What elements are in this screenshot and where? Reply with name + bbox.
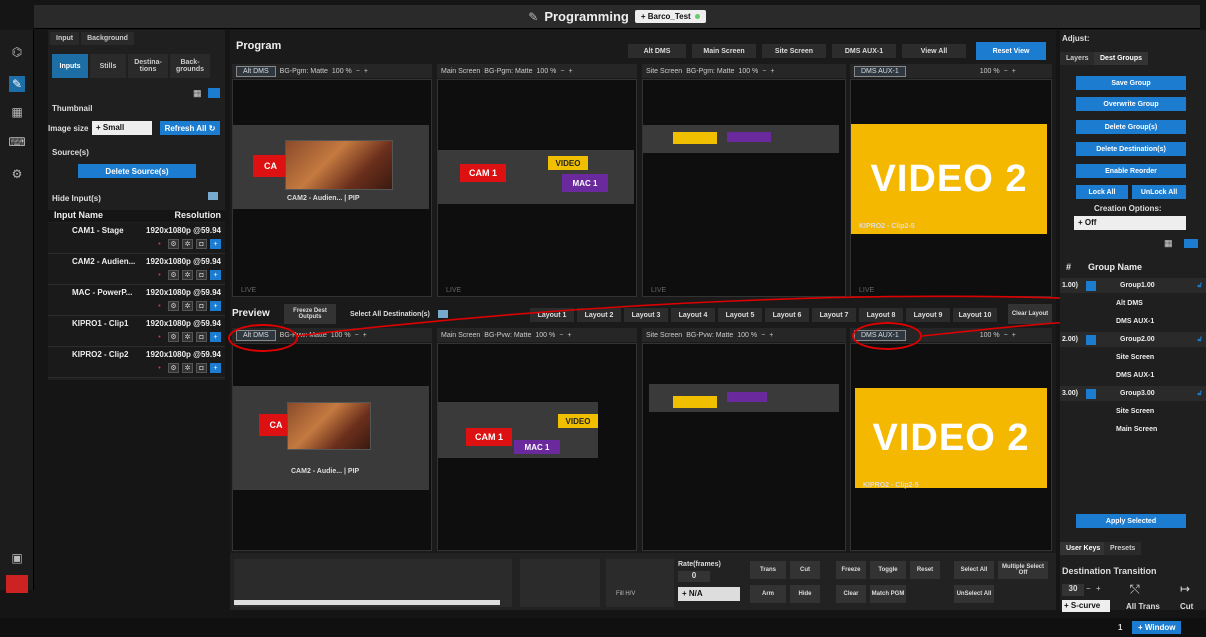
dt-minus-icon[interactable]: − (1086, 584, 1091, 593)
cut-button[interactable]: Cut (790, 561, 820, 579)
all-trans-icon[interactable]: ⤲ (1130, 582, 1140, 597)
tab-presets[interactable]: Presets (1104, 542, 1142, 555)
group-member-name: DMS AUX-1 (1116, 372, 1155, 379)
group-select-icon[interactable] (1086, 388, 1096, 399)
match-pgm-button[interactable]: Match PGM (870, 585, 906, 603)
dt-plus-icon[interactable]: + (1096, 584, 1101, 593)
lock-icon[interactable]: 🔓︎ (1197, 390, 1202, 398)
delete-destinations-button[interactable]: Delete Destination(s) (1076, 142, 1186, 156)
adjust-label: Adjust: (1062, 34, 1090, 43)
reset-button[interactable]: Reset (910, 561, 940, 579)
col-num: # (1066, 262, 1072, 272)
delete-groups-button[interactable]: Delete Group(s) (1076, 120, 1186, 134)
group-member-name: Alt DMS (1116, 300, 1143, 307)
group-select-icon[interactable] (1086, 334, 1096, 345)
annotation-arrows (295, 295, 1116, 337)
lock-icon[interactable]: 🔓︎ (1197, 336, 1202, 344)
group-member[interactable]: Alt DMS (1060, 296, 1206, 311)
overwrite-group-button[interactable]: Overwrite Group (1076, 97, 1186, 111)
status-bar: 1 + Window (0, 618, 1206, 637)
clear-button[interactable]: Clear (836, 585, 866, 603)
tab-layers[interactable]: Layers (1060, 52, 1095, 65)
cut-icon[interactable]: ↦ (1180, 582, 1190, 596)
group-row[interactable]: 1.00) Group1.00 🔓︎ (1060, 278, 1206, 293)
tab-dest-groups[interactable]: Dest Groups (1094, 52, 1149, 65)
group-member[interactable]: Main Screen (1060, 422, 1206, 437)
group-member-name: Site Screen (1116, 354, 1155, 361)
lock-icon[interactable]: 🔓︎ (1197, 282, 1202, 290)
group-number: 2.00) (1062, 336, 1078, 343)
order-tools (520, 559, 600, 607)
col-group-name: Group Name (1088, 262, 1143, 272)
group-number: 3.00) (1062, 390, 1078, 397)
unlock-all-button[interactable]: UnLock All (1132, 185, 1186, 199)
hide-button[interactable]: Hide (790, 585, 820, 603)
arm-button[interactable]: Arm (750, 585, 786, 603)
group-member[interactable]: Site Screen (1060, 404, 1206, 419)
trans-button[interactable]: Trans (750, 561, 786, 579)
na-select[interactable]: + N/A (678, 587, 740, 601)
right-panel: Adjust: Layers Dest Groups Save Group Ov… (1060, 30, 1206, 612)
group-member-name: Site Screen (1116, 408, 1155, 415)
grid-view-icon[interactable]: ▦ (1164, 238, 1173, 249)
lock-all-button[interactable]: Lock All (1076, 185, 1128, 199)
freeze-button[interactable]: Freeze (836, 561, 866, 579)
tab-user-keys[interactable]: User Keys (1060, 542, 1107, 555)
group-member[interactable]: DMS AUX-1 (1060, 314, 1206, 329)
group-list: 1.00) Group1.00 🔓︎ Alt DMS DMS AUX-1 2.00) Gro… (1060, 278, 1206, 458)
group-row[interactable]: 3.00) Group3.00 🔓︎ (1060, 386, 1206, 401)
rate-frames-input[interactable]: 0 (678, 571, 710, 582)
creation-options-label: Creation Options: (1094, 204, 1162, 213)
group-member-name: Main Screen (1116, 426, 1158, 433)
toggle-button[interactable]: Toggle (870, 561, 906, 579)
rate-frames-label: Rate(frames) (678, 561, 721, 568)
group-name: Group3.00 (1120, 390, 1155, 397)
bottom-toolbar: Fill H/V Rate(frames) 0 + N/A Trans Cut … (230, 553, 1056, 610)
save-group-button[interactable]: Save Group (1076, 76, 1186, 90)
toolbar-scrollbar[interactable] (234, 600, 500, 605)
page-number: 1 (1118, 623, 1123, 632)
group-member-name: DMS AUX-1 (1116, 318, 1155, 325)
group-name: Group2.00 (1120, 336, 1155, 343)
multiple-select-button[interactable]: Multiple Select Off (998, 561, 1048, 579)
select-all-button[interactable]: Select All (954, 561, 994, 579)
group-number: 1.00) (1062, 282, 1078, 289)
fill-hv-label[interactable]: Fill H/V (616, 591, 635, 597)
apply-selected-button[interactable]: Apply Selected (1076, 514, 1186, 528)
group-member[interactable]: Site Screen (1060, 350, 1206, 365)
creation-options-select[interactable]: + Off (1074, 216, 1186, 230)
dest-transition-label: Destination Transition (1062, 566, 1157, 576)
group-name: Group1.00 (1120, 282, 1155, 289)
dt-value-input[interactable]: 30 (1062, 584, 1084, 596)
unselect-all-button[interactable]: UnSelect All (954, 585, 994, 603)
group-member[interactable]: DMS AUX-1 (1060, 368, 1206, 383)
group-select-icon[interactable] (1086, 280, 1096, 291)
fill-tools (606, 559, 674, 607)
s-curve-select[interactable]: + S-curve (1062, 600, 1110, 612)
all-trans-button[interactable]: All Trans (1126, 602, 1160, 611)
group-row[interactable]: 2.00) Group2.00 🔓︎ (1060, 332, 1206, 347)
cut-button-right[interactable]: Cut (1180, 602, 1193, 611)
window-select[interactable]: + Window (1132, 621, 1182, 634)
enable-reorder-button[interactable]: Enable Reorder (1076, 164, 1186, 178)
list-view-icon[interactable] (1184, 239, 1198, 248)
